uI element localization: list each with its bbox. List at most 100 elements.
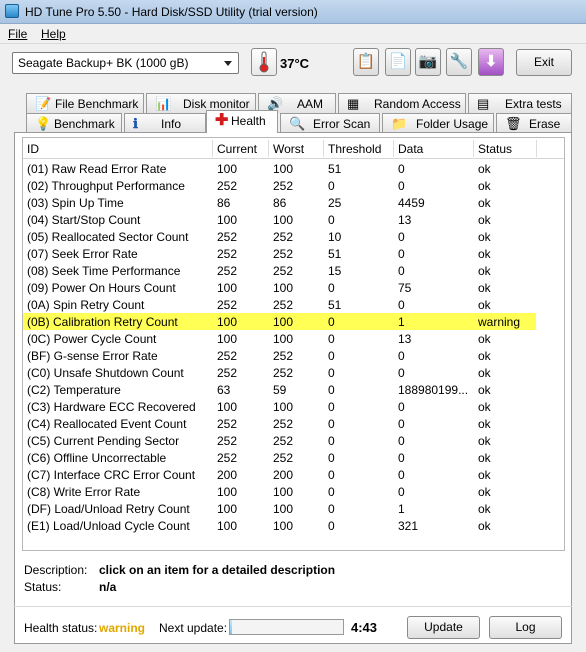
table-row[interactable]: (C6) Offline Uncorrectable 252 252 0 0 ok — [23, 449, 536, 466]
status-value: ok — [478, 162, 491, 176]
smart-attributes-table[interactable]: ID Current Worst Threshold Data Status (… — [22, 137, 565, 551]
column-header-worst[interactable]: Worst — [273, 142, 304, 156]
thermometer-icon — [251, 48, 277, 76]
raw-data: 4459 — [398, 196, 425, 210]
update-button[interactable]: Update — [407, 616, 480, 639]
status-value: ok — [478, 468, 491, 482]
copy-info-button[interactable]: 📋 — [353, 48, 379, 76]
app-icon — [5, 4, 19, 18]
threshold-value: 0 — [328, 281, 335, 295]
column-header-id[interactable]: ID — [27, 142, 39, 156]
copy-screen-button[interactable]: 📄 — [385, 48, 411, 76]
attribute-id: (C2) Temperature — [27, 383, 121, 397]
disk-monitor-icon: 📊 — [155, 96, 172, 111]
attribute-id: (09) Power On Hours Count — [27, 281, 176, 295]
column-header-data[interactable]: Data — [398, 142, 423, 156]
magnifier-icon: 🔍 — [289, 116, 306, 131]
title-bar: HD Tune Pro 5.50 - Hard Disk/SSD Utility… — [0, 0, 586, 24]
drive-select[interactable]: Seagate Backup+ BK (1000 gB) — [12, 52, 239, 74]
column-divider — [536, 140, 537, 157]
tab-extra-tests-label: Extra tests — [505, 97, 562, 111]
current-value: 252 — [217, 434, 238, 448]
current-value: 63 — [217, 383, 231, 397]
table-row[interactable]: (DF) Load/Unload Retry Count 100 100 0 1 ok — [23, 500, 536, 517]
next-update-label: Next update: — [159, 621, 228, 635]
exit-button[interactable]: Exit — [516, 49, 572, 76]
tab-info[interactable]: ℹ Info — [124, 113, 206, 133]
worst-value: 252 — [273, 349, 294, 363]
tab-health[interactable]: ✚ Health — [206, 110, 278, 133]
table-row[interactable]: (07) Seek Error Rate 252 252 51 0 ok — [23, 245, 536, 262]
log-button[interactable]: Log — [489, 616, 562, 639]
status-value: ok — [478, 179, 491, 193]
tab-error-scan-label: Error Scan — [313, 117, 371, 131]
options-button[interactable]: 🔧 — [446, 48, 472, 76]
column-header-status[interactable]: Status — [478, 142, 512, 156]
current-value: 252 — [217, 451, 238, 465]
current-value: 100 — [217, 315, 238, 329]
download-arrow-icon: ⬇ — [484, 53, 498, 70]
menu-file-label: File — [8, 27, 28, 41]
current-value: 252 — [217, 230, 238, 244]
copy-icon: 📋 — [356, 53, 376, 70]
table-row[interactable]: (C3) Hardware ECC Recovered 100 100 0 0 ok — [23, 398, 536, 415]
table-row[interactable]: (05) Reallocated Sector Count 252 252 10 0 ok — [23, 228, 536, 245]
threshold-value: 51 — [328, 298, 342, 312]
table-row[interactable]: (C2) Temperature 63 59 0 188980199... ok — [23, 381, 536, 398]
table-row[interactable]: (08) Seek Time Performance 252 252 15 0 ok — [23, 262, 536, 279]
worst-value: 252 — [273, 247, 294, 261]
table-row[interactable]: (0C) Power Cycle Count 100 100 0 13 ok — [23, 330, 536, 347]
raw-data: 0 — [398, 179, 405, 193]
table-row[interactable]: (03) Spin Up Time 86 86 25 4459 ok — [23, 194, 536, 211]
raw-data: 0 — [398, 468, 405, 482]
column-header-current[interactable]: Current — [217, 142, 257, 156]
status-value: ok — [478, 400, 491, 414]
tab-error-scan[interactable]: 🔍 Error Scan — [280, 113, 380, 133]
table-row[interactable]: (C5) Current Pending Sector 252 252 0 0 ok — [23, 432, 536, 449]
threshold-value: 0 — [328, 383, 335, 397]
table-row[interactable]: (01) Raw Read Error Rate 100 100 51 0 ok — [23, 160, 536, 177]
worst-value: 59 — [273, 383, 287, 397]
table-row[interactable]: (C7) Interface CRC Error Count 200 200 0 0 ok — [23, 466, 536, 483]
tab-file-benchmark[interactable]: 📝 File Benchmark — [26, 93, 144, 113]
worst-value: 252 — [273, 451, 294, 465]
current-value: 252 — [217, 417, 238, 431]
tab-folder-usage-label: Folder Usage — [416, 117, 489, 131]
update-progress-bar — [229, 619, 344, 635]
screenshot-button[interactable]: 📷 — [415, 48, 441, 76]
tab-erase[interactable]: 🗑 Erase — [496, 113, 572, 133]
table-row[interactable]: (0B) Calibration Retry Count 100 100 0 1 warn… — [23, 313, 536, 330]
table-row[interactable]: (E1) Load/Unload Cycle Count 100 100 0 321 ok — [23, 517, 536, 534]
worst-value: 252 — [273, 179, 294, 193]
current-value: 100 — [217, 519, 238, 533]
menu-file[interactable]: File — [8, 27, 27, 41]
divider — [14, 606, 572, 607]
current-value: 100 — [217, 502, 238, 516]
table-row[interactable]: (C4) Reallocated Event Count 252 252 0 0 ok — [23, 415, 536, 432]
table-row[interactable]: (0A) Spin Retry Count 252 252 51 0 ok — [23, 296, 536, 313]
raw-data: 0 — [398, 434, 405, 448]
table-row[interactable]: (09) Power On Hours Count 100 100 0 75 ok — [23, 279, 536, 296]
raw-data: 0 — [398, 400, 405, 414]
lightbulb-icon: 💡 — [35, 116, 52, 131]
tab-random-access[interactable]: ▦ Random Access — [338, 93, 466, 113]
save-button[interactable]: ⬇ — [478, 48, 504, 76]
current-value: 252 — [217, 179, 238, 193]
attribute-id: (BF) G-sense Error Rate — [27, 349, 158, 363]
table-row[interactable]: (04) Start/Stop Count 100 100 0 13 ok — [23, 211, 536, 228]
current-value: 252 — [217, 366, 238, 380]
table-row[interactable]: (C8) Write Error Rate 100 100 0 0 ok — [23, 483, 536, 500]
current-value: 100 — [217, 332, 238, 346]
tab-extra-tests[interactable]: ▤ Extra tests — [468, 93, 572, 113]
attribute-id: (C8) Write Error Rate — [27, 485, 141, 499]
table-row[interactable]: (BF) G-sense Error Rate 252 252 0 0 ok — [23, 347, 536, 364]
tab-benchmark[interactable]: 💡 Benchmark — [26, 113, 122, 133]
menu-help[interactable]: Help — [41, 27, 66, 41]
worst-value: 100 — [273, 332, 294, 346]
table-row[interactable]: (02) Throughput Performance 252 252 0 0 ok — [23, 177, 536, 194]
column-header-threshold[interactable]: Threshold — [328, 142, 381, 156]
tab-folder-usage[interactable]: 📁 Folder Usage — [382, 113, 494, 133]
description-label: Description: — [24, 563, 88, 577]
health-status-label: Health status: — [24, 621, 98, 635]
table-row[interactable]: (C0) Unsafe Shutdown Count 252 252 0 0 ok — [23, 364, 536, 381]
